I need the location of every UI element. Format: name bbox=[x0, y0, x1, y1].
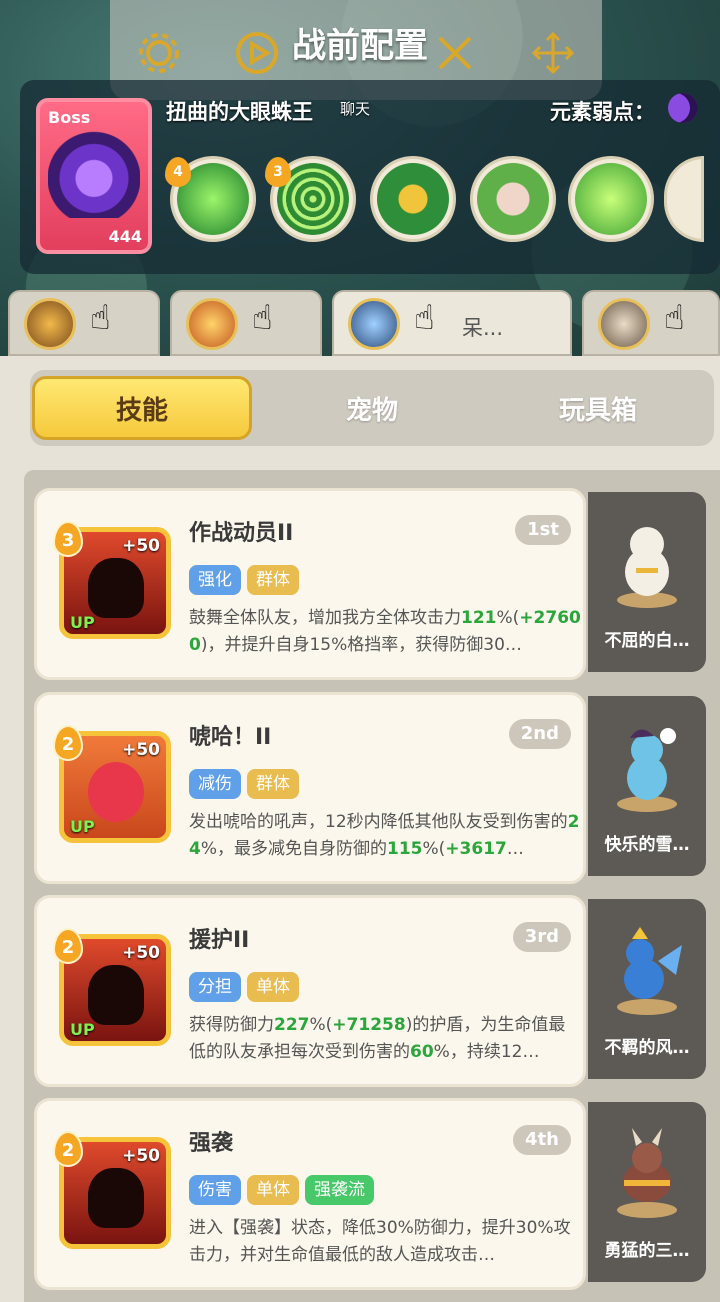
boss-portrait[interactable]: Boss 444 bbox=[36, 98, 152, 254]
skill-description: 获得防御力227%(+71258)的护盾，为生命值最低的队友承担每次受到伤害的6… bbox=[189, 1015, 566, 1062]
skill-name: 援护II bbox=[189, 928, 250, 953]
pet-name: 不屈的白… bbox=[604, 631, 690, 651]
skill-rank: 3rd bbox=[512, 922, 571, 952]
spider-boss-icon bbox=[48, 130, 140, 218]
page-title: 战前配置 bbox=[292, 26, 428, 66]
skill-tag: 单体 bbox=[247, 1175, 299, 1205]
skill-tag: 强袭流 bbox=[305, 1175, 374, 1205]
hero-avatar bbox=[598, 298, 650, 350]
team-tab-1[interactable]: ☝ bbox=[8, 290, 160, 356]
skill-tag: 单体 bbox=[247, 972, 299, 1002]
skill-level-badge: 3 bbox=[265, 157, 291, 187]
boss-skill-1[interactable]: 4 bbox=[165, 156, 256, 242]
team-tab-3[interactable]: ☝ 呆... bbox=[332, 290, 572, 356]
shield-silhouette-icon bbox=[88, 965, 144, 1025]
pet-slot-2[interactable]: 快乐的雪… bbox=[588, 696, 706, 876]
skill-description: 进入【强袭】状态，降低30%防御力，提升30%攻击力，并对生命值最低的敌人造成攻… bbox=[189, 1218, 571, 1265]
tab-pets[interactable]: 宠物 bbox=[262, 376, 482, 440]
skill-level-badge: 2 bbox=[53, 1131, 83, 1167]
pet-slot-4[interactable]: 勇猛的三… bbox=[588, 1102, 706, 1282]
team-tab-4[interactable]: ☝ bbox=[582, 290, 720, 356]
skill-level-badge: 2 bbox=[53, 725, 83, 761]
skill-bonus: +50 bbox=[122, 740, 160, 760]
tab-skills[interactable]: 技能 bbox=[32, 376, 252, 440]
boss-tag: Boss bbox=[48, 108, 91, 127]
moon-element-icon bbox=[668, 93, 698, 123]
blue-snow-pet-icon bbox=[617, 728, 677, 812]
close-icon[interactable] bbox=[430, 28, 480, 78]
skill-description: 发出唬哈的吼声，12秒内降低其他队友受到伤害的24%，最多减免自身防御的115%… bbox=[189, 812, 580, 859]
pet-slot-1[interactable]: 不屈的白… bbox=[588, 492, 706, 672]
hero-avatar bbox=[24, 298, 76, 350]
blue-dragon-pet-icon bbox=[617, 927, 682, 1015]
white-goat-pet-icon bbox=[617, 527, 677, 608]
skill-level-badge: 3 bbox=[53, 521, 83, 557]
skill-tag: 减伤 bbox=[189, 769, 241, 799]
skill-rank: 4th bbox=[513, 1125, 571, 1155]
skill-name: 强袭 bbox=[189, 1131, 234, 1156]
skill-bonus: +50 bbox=[122, 536, 160, 556]
skill-tags: 伤害 单体 强袭流 bbox=[189, 1175, 374, 1205]
skill-rank: 2nd bbox=[508, 719, 571, 749]
hero-tab-name: 呆... bbox=[462, 316, 504, 340]
skill-tags: 分担 单体 bbox=[189, 972, 299, 1002]
boss-skill-5[interactable] bbox=[568, 156, 654, 242]
skill-name: 唬哈！II bbox=[189, 725, 272, 750]
chat-button[interactable]: 聊天 bbox=[340, 98, 370, 119]
hero-avatar bbox=[186, 298, 238, 350]
skill-up-label: UP bbox=[70, 817, 95, 836]
pet-name: 不羁的风… bbox=[604, 1038, 690, 1058]
move-icon[interactable] bbox=[528, 28, 578, 78]
hand-icon: ☝ bbox=[90, 298, 111, 338]
skill-name: 作战动员II bbox=[189, 521, 294, 546]
skill-card-2[interactable]: +50 UP 2 唬哈！II 2nd 减伤 群体 发出唬哈的吼声，12秒内降低其… bbox=[34, 692, 586, 884]
green-slime-icon bbox=[575, 163, 647, 235]
boss-skill-3[interactable] bbox=[370, 156, 456, 242]
skill-tag: 群体 bbox=[247, 769, 299, 799]
monster-face-icon bbox=[377, 163, 449, 235]
brown-beast-pet-icon bbox=[617, 1128, 677, 1218]
skill-card-1[interactable]: +50 UP 3 作战动员II 1st 强化 群体 鼓舞全体队友，增加我方全体攻… bbox=[34, 488, 586, 680]
skill-card-4[interactable]: +50 2 强袭 4th 伤害 单体 强袭流 进入【强袭】状态，降低30%防御力… bbox=[34, 1098, 586, 1290]
skill-card-3[interactable]: +50 UP 2 援护II 3rd 分担 单体 获得防御力227%(+71258… bbox=[34, 895, 586, 1087]
hero-avatar bbox=[348, 298, 400, 350]
skill-description: 鼓舞全体队友，增加我方全体攻击力121%(+27600)，并提升自身15%格挡率… bbox=[189, 608, 581, 655]
shouting-face-icon bbox=[88, 762, 144, 822]
skill-level-badge: 2 bbox=[53, 928, 83, 964]
pet-slot-3[interactable]: 不羁的风… bbox=[588, 899, 706, 1079]
element-weakness-label: 元素弱点： bbox=[550, 100, 655, 124]
tab-toybox[interactable]: 玩具箱 bbox=[488, 376, 708, 440]
skill-tag: 伤害 bbox=[189, 1175, 241, 1205]
skill-up-label: UP bbox=[70, 1020, 95, 1039]
skill-tag: 群体 bbox=[247, 565, 299, 595]
skill-level-badge: 4 bbox=[165, 157, 191, 187]
pet-name: 勇猛的三… bbox=[604, 1241, 690, 1261]
attacker-silhouette-icon bbox=[88, 1168, 144, 1228]
boar-icon bbox=[477, 163, 549, 235]
boss-skill-2[interactable]: 3 bbox=[265, 156, 356, 242]
hand-icon: ☝ bbox=[664, 298, 685, 338]
skill-tags: 强化 群体 bbox=[189, 565, 299, 595]
boss-skill-4[interactable] bbox=[470, 156, 556, 242]
skill-tags: 减伤 群体 bbox=[189, 769, 299, 799]
hand-icon: ☝ bbox=[252, 298, 273, 338]
skill-bonus: +50 bbox=[122, 943, 160, 963]
skill-tag: 分担 bbox=[189, 972, 241, 1002]
skill-up-label: UP bbox=[70, 613, 95, 632]
gear-icon[interactable] bbox=[134, 28, 184, 78]
skill-bonus: +50 bbox=[122, 1146, 160, 1166]
boss-name: 扭曲的大眼蛛王 bbox=[166, 100, 313, 124]
skill-tag: 强化 bbox=[189, 565, 241, 595]
boss-level: 444 bbox=[108, 227, 142, 246]
pet-name: 快乐的雪… bbox=[604, 835, 690, 855]
team-tab-2[interactable]: ☝ bbox=[170, 290, 322, 356]
hand-icon: ☝ bbox=[414, 298, 435, 338]
skill-rank: 1st bbox=[515, 515, 571, 545]
warrior-silhouette-icon bbox=[88, 558, 144, 618]
play-icon[interactable] bbox=[232, 28, 282, 78]
